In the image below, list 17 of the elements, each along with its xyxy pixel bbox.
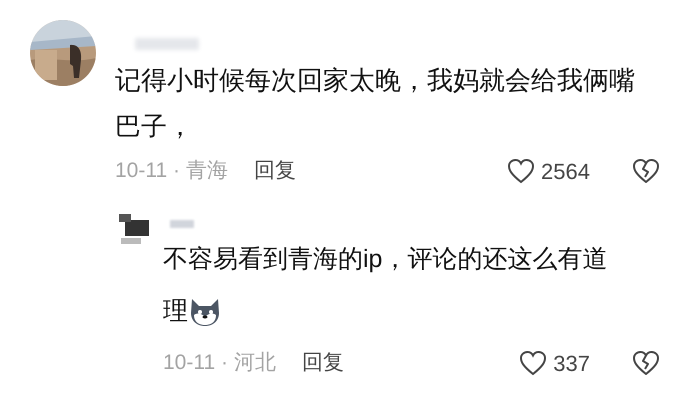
reply-button[interactable]: 回复 <box>254 155 296 187</box>
heart-icon <box>507 158 536 184</box>
username-blurred <box>135 38 199 50</box>
broken-heart-icon <box>632 158 660 184</box>
username-blurred <box>170 220 194 228</box>
dog-face-emoji <box>188 297 222 328</box>
date-location: 10-11 · 青海 <box>115 158 228 184</box>
like-button[interactable]: 2564 <box>507 154 590 188</box>
dislike-button[interactable] <box>632 158 660 184</box>
like-button[interactable]: 337 <box>519 346 590 380</box>
dislike-button[interactable] <box>632 350 660 376</box>
broken-heart-icon <box>632 350 660 376</box>
comment-text: 记得小时候每次回家太晚，我妈就会给我俩嘴巴子， <box>115 64 636 143</box>
date-location: 10-11 · 河北 <box>163 350 276 376</box>
reply-text: 不容易看到青海的ip，评论的还这么有道理 <box>163 233 625 337</box>
reply-button[interactable]: 回复 <box>302 347 344 379</box>
heart-icon <box>519 350 548 376</box>
